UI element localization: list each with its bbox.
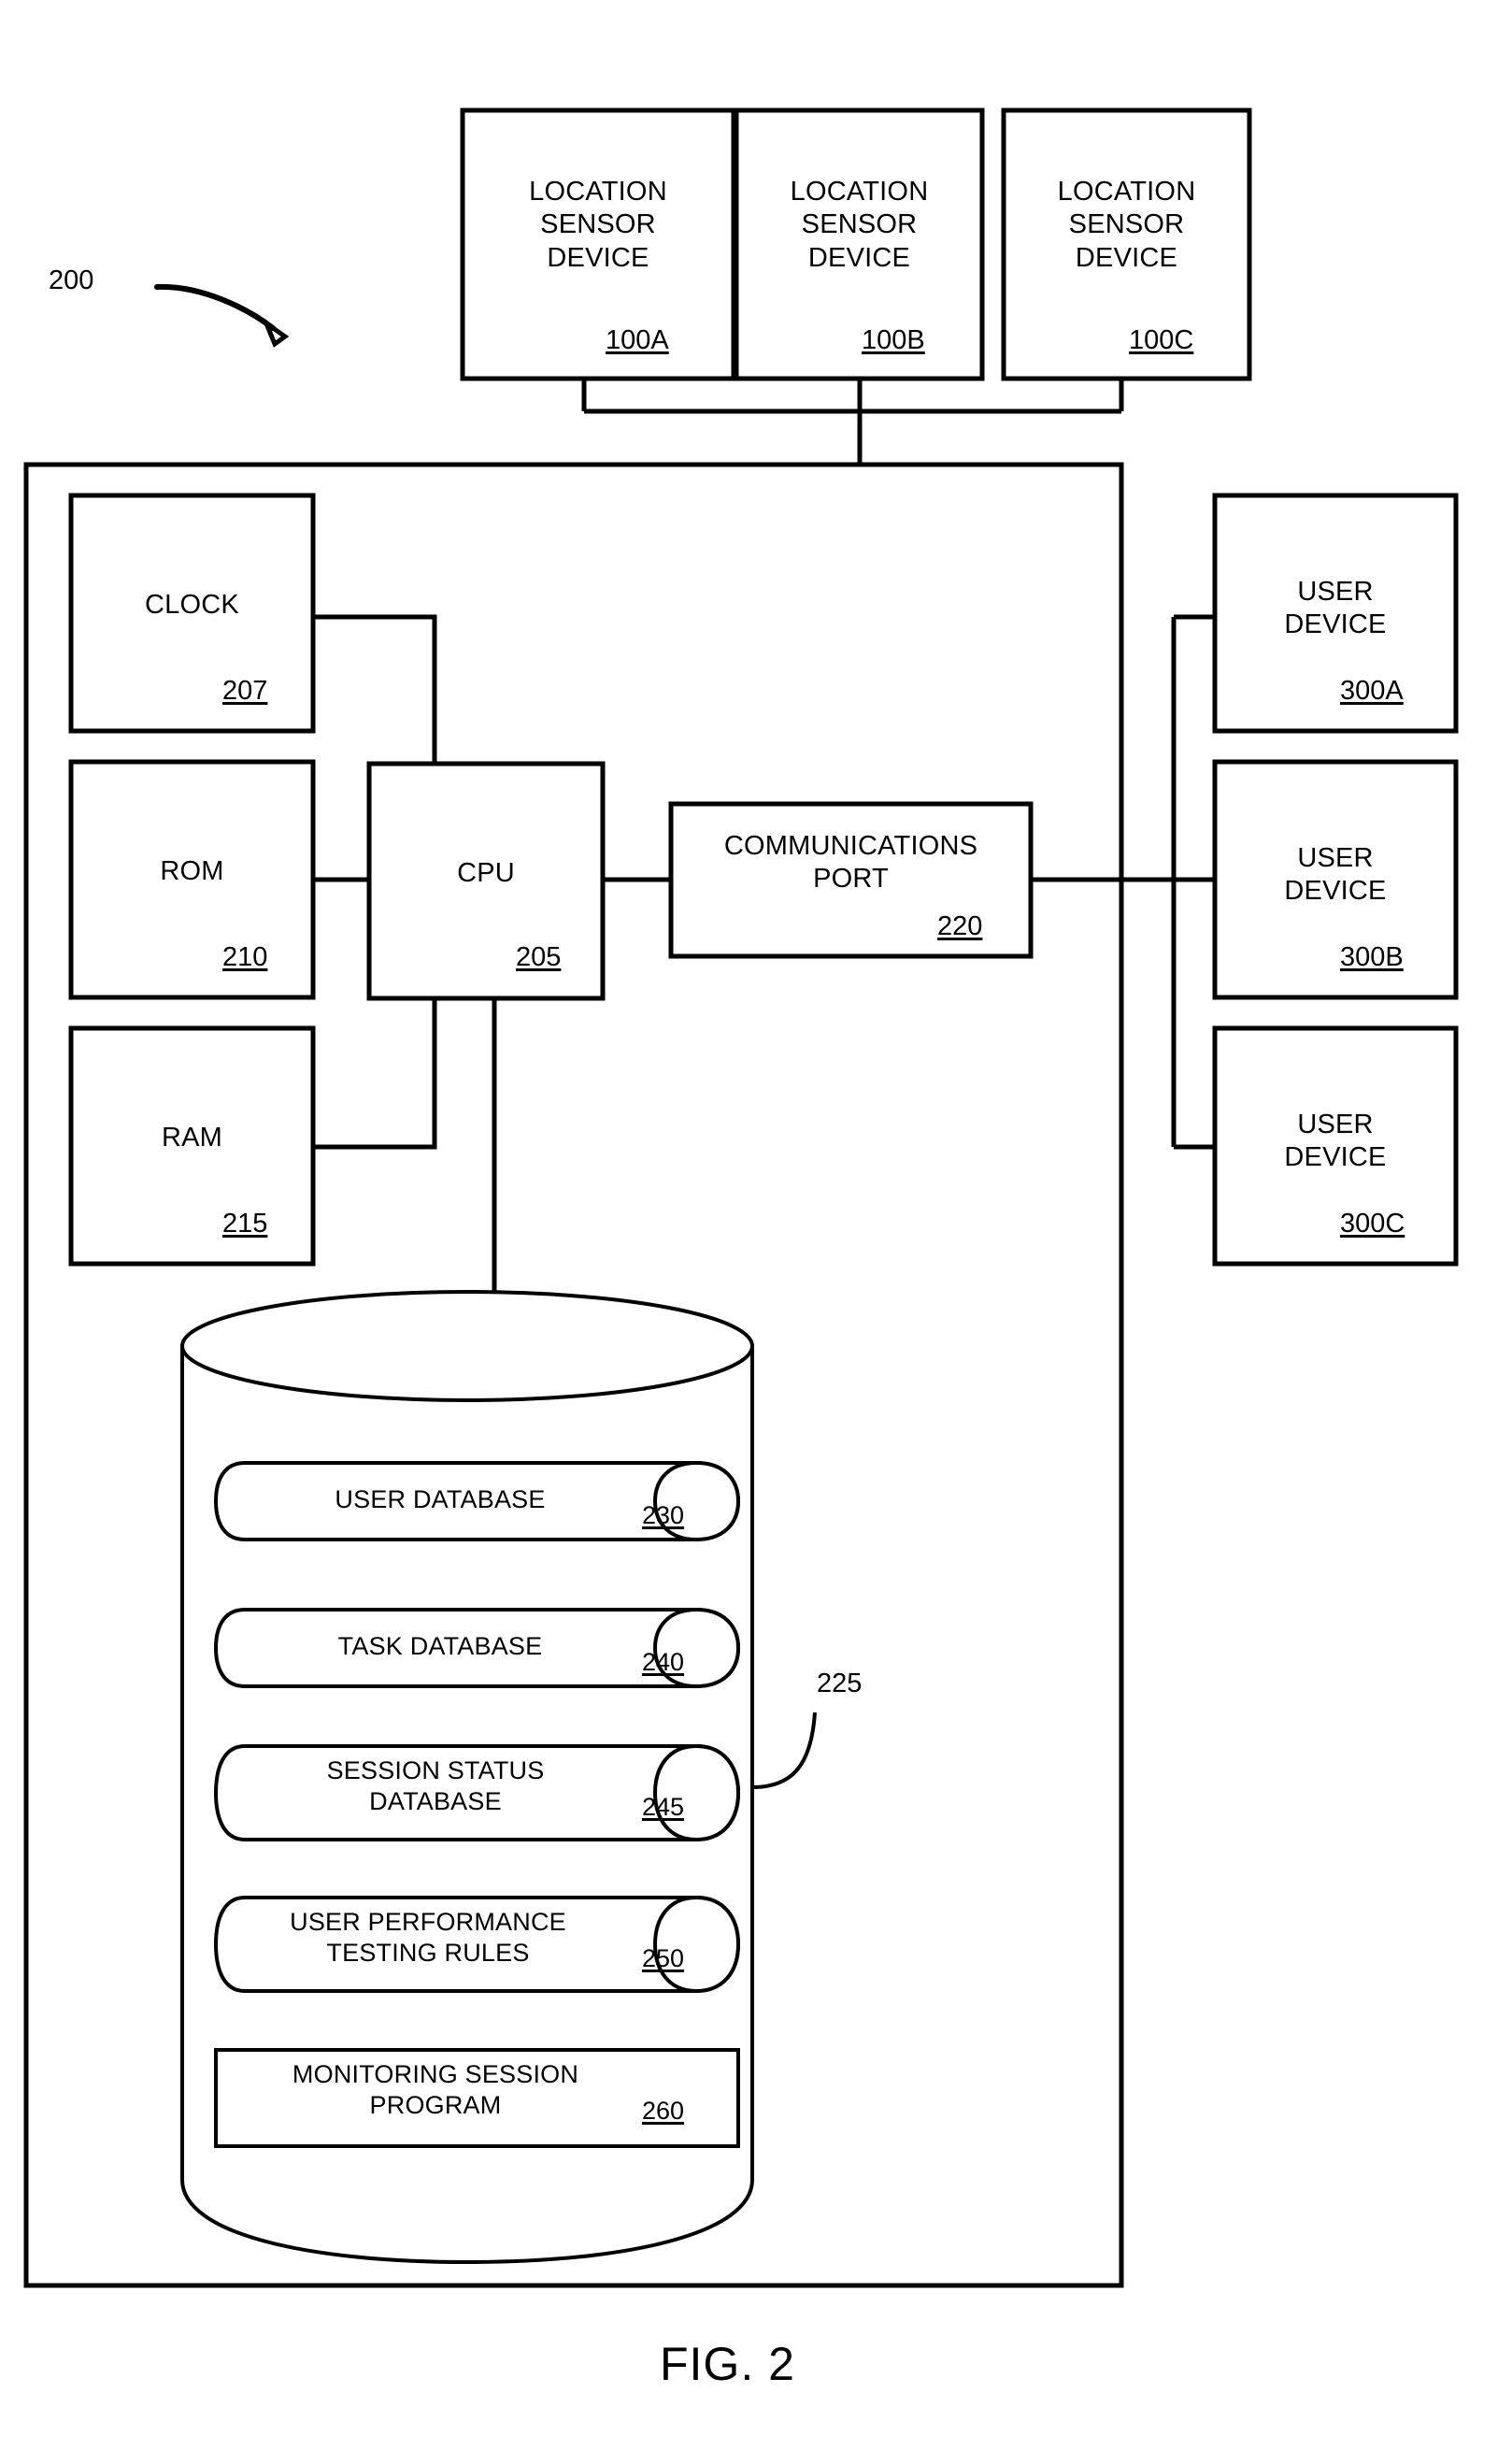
storage-item-ref-4: 260 [642, 2097, 685, 2125]
comm-port-ref: 220 [937, 911, 983, 941]
ram-label: RAM [161, 1123, 223, 1153]
patent-figure: 200 LOCATION SENSOR DEVICE 100A LOCATION… [0, 0, 1512, 2464]
location-sensor-label-c: LOCATION SENSOR DEVICE [1057, 177, 1196, 273]
storage-item-label-1: TASK DATABASE [337, 1632, 543, 1660]
system-ref-leader [154, 283, 290, 348]
cpu-label: CPU [457, 858, 515, 888]
storage-item-ref-0: 230 [642, 1501, 685, 1529]
comm-port-label: COMMUNICATIONS PORT [723, 831, 978, 895]
location-sensor-ref-c: 100C [1129, 325, 1194, 355]
rom-ref: 210 [222, 942, 268, 972]
user-device-label-c: USER DEVICE [1284, 1110, 1387, 1173]
user-device-ref-a: 300A [1340, 676, 1404, 706]
location-sensor-ref-a: 100A [606, 325, 669, 355]
location-sensor-label-a: LOCATION SENSOR DEVICE [529, 177, 667, 273]
figure-caption: FIG. 2 [660, 2338, 795, 2390]
rom-label: ROM [160, 856, 224, 886]
storage-ref-label: 225 [817, 1669, 863, 1698]
user-device-ref-b: 300B [1340, 942, 1404, 972]
storage-item-label-4: MONITORING SESSION PROGRAM [292, 2060, 579, 2119]
storage-item-label-2: SESSION STATUS DATABASE [326, 1756, 545, 1815]
location-sensor-ref-b: 100B [862, 325, 925, 355]
user-device-label-b: USER DEVICE [1284, 843, 1387, 907]
clock-label: CLOCK [145, 590, 239, 620]
storage-item-label-0: USER DATABASE [335, 1485, 546, 1513]
cpu-ref: 205 [516, 942, 562, 972]
system-ref-label: 200 [49, 265, 94, 295]
user-device-label-a: USER DEVICE [1284, 577, 1387, 640]
ram-ref: 215 [222, 1209, 268, 1239]
storage-item-ref-2: 245 [642, 1793, 685, 1821]
storage-item-ref-3: 250 [642, 1944, 685, 1972]
user-device-ref-c: 300C [1340, 1209, 1405, 1239]
clock-ref: 207 [222, 676, 268, 706]
storage-item-label-3: USER PERFORMANCE TESTING RULES [290, 1908, 566, 1967]
location-sensor-label-b: LOCATION SENSOR DEVICE [790, 177, 929, 273]
storage-item-ref-1: 240 [642, 1648, 685, 1676]
